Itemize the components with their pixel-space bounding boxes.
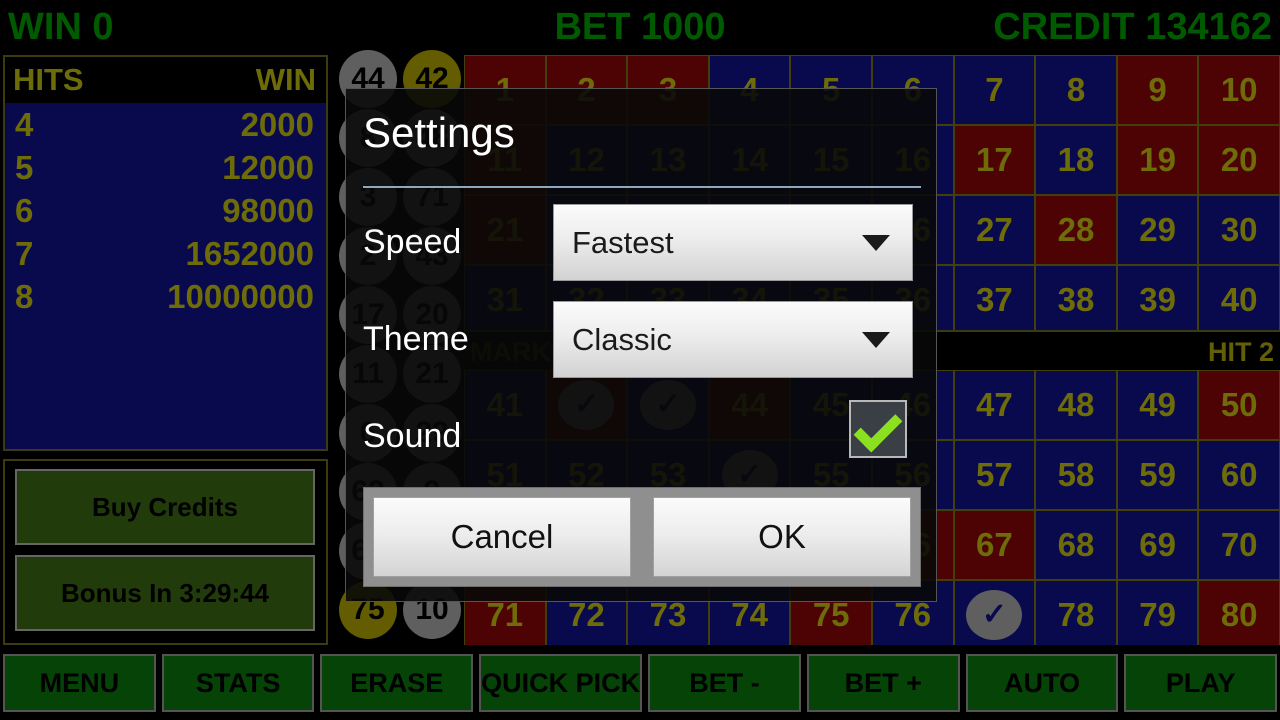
sound-label: Sound: [363, 417, 462, 455]
dialog-footer: Cancel OK: [363, 487, 921, 587]
speed-select[interactable]: Fastest: [553, 204, 913, 281]
keno-game-screen: WIN 0 BET 1000 CREDIT 134162 HITS WIN 42…: [0, 0, 1280, 720]
dialog-title-divider: [363, 186, 921, 188]
ok-button[interactable]: OK: [653, 497, 911, 577]
check-icon: [853, 403, 903, 453]
speed-label: Speed: [363, 223, 462, 261]
theme-row: Theme Classic: [346, 291, 938, 388]
speed-row: Speed Fastest: [346, 194, 938, 291]
sound-checkbox[interactable]: [849, 400, 907, 458]
settings-dialog: Settings Speed Fastest Theme Classic Sou…: [345, 88, 937, 602]
speed-value: Fastest: [572, 225, 674, 260]
dialog-title: Settings: [363, 109, 515, 156]
dialog-body: Speed Fastest Theme Classic Sound: [346, 194, 938, 484]
chevron-down-icon: [862, 331, 890, 348]
sound-row: Sound: [346, 388, 938, 485]
theme-value: Classic: [572, 322, 672, 357]
cancel-button[interactable]: Cancel: [373, 497, 631, 577]
chevron-down-icon: [862, 234, 890, 251]
theme-label: Theme: [363, 320, 469, 358]
theme-select[interactable]: Classic: [553, 301, 913, 378]
